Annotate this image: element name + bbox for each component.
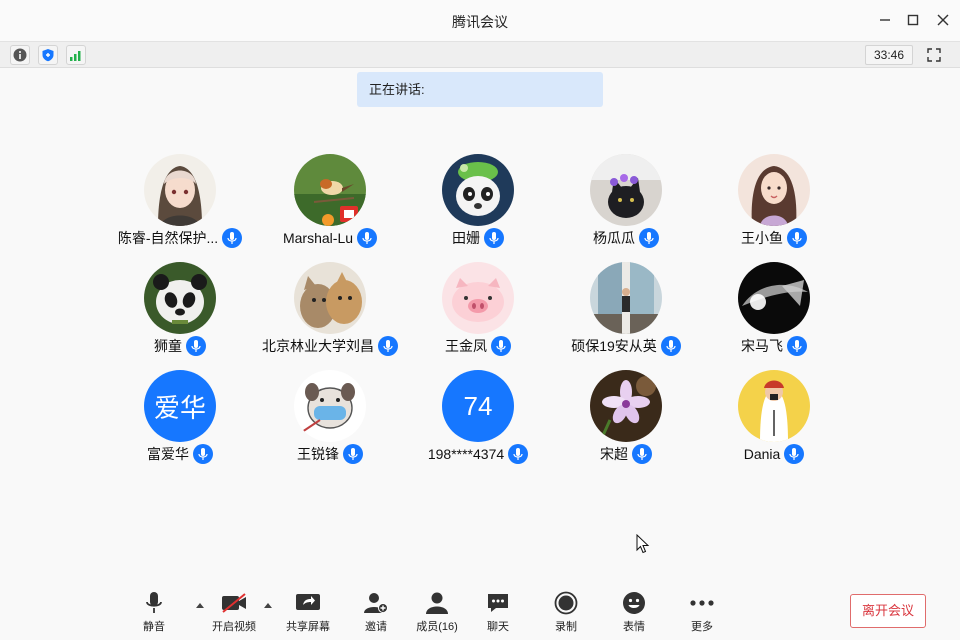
speaking-indicator: 正在讲话: <box>357 72 603 107</box>
microphone-icon <box>357 228 378 248</box>
share-screen-label: 共享屏幕 <box>286 621 330 633</box>
mouse-pointer-icon <box>636 533 650 559</box>
maximize-icon[interactable] <box>904 11 922 29</box>
microphone-icon <box>186 336 206 356</box>
participant-nameline: 宋马飞 <box>684 335 864 357</box>
microphone-icon <box>784 444 805 464</box>
avatar <box>738 370 810 442</box>
chat-button[interactable]: 聊天 <box>466 590 530 636</box>
participant-name: Dania <box>743 446 781 462</box>
leave-meeting-button[interactable]: 离开会议 <box>850 594 926 628</box>
info-icon[interactable] <box>10 45 30 65</box>
avatar <box>590 154 662 226</box>
participant-name: 198****4374 <box>427 446 505 462</box>
participant-name: 宋马飞 <box>741 338 783 354</box>
avatar <box>738 154 810 226</box>
invite-button[interactable]: 邀请 <box>344 590 408 636</box>
participant-nameline: 王小鱼 <box>684 227 864 249</box>
emoji-button[interactable]: 表情 <box>602 590 666 636</box>
members-icon <box>425 590 449 616</box>
participant-name: 杨瓜瓜 <box>593 230 635 246</box>
meeting-toolbar: 静音 开启视频 共享屏幕 邀请 成员(16) 聊天 录制 表情 更多 离开会议 <box>0 586 960 640</box>
invite-label: 邀请 <box>365 621 387 633</box>
avatar <box>590 262 662 334</box>
window-title: 腾讯会议 <box>452 14 508 30</box>
microphone-icon <box>632 444 652 464</box>
participant-name: 硕保19安从英 <box>571 338 657 354</box>
more-label: 更多 <box>691 621 713 633</box>
more-button[interactable]: 更多 <box>670 590 734 636</box>
video-options-caret-icon[interactable] <box>263 600 273 610</box>
record-icon <box>554 590 578 616</box>
close-icon[interactable] <box>934 11 952 29</box>
record-label: 录制 <box>555 621 577 633</box>
shield-icon[interactable] <box>38 45 58 65</box>
avatar <box>590 370 662 442</box>
meeting-timer: 33:46 <box>865 45 913 65</box>
add-user-icon <box>363 590 389 616</box>
start-video-button[interactable]: 开启视频 <box>202 590 266 636</box>
title-bar: 腾讯会议 <box>0 0 960 42</box>
avatar <box>144 262 216 334</box>
minimize-icon[interactable] <box>876 11 894 29</box>
emoji-label: 表情 <box>623 621 645 633</box>
participant-name: 北京林业大学刘昌 <box>262 338 374 354</box>
microphone-icon <box>787 336 807 356</box>
meeting-info-bar: 33:46 <box>0 42 960 68</box>
microphone-icon <box>484 228 504 248</box>
microphone-icon <box>639 228 659 248</box>
participant-name: 王小鱼 <box>741 230 783 246</box>
microphone-icon <box>508 444 529 464</box>
participant-tile[interactable]: 王小鱼 <box>684 150 864 254</box>
avatar <box>442 154 514 226</box>
fullscreen-icon[interactable] <box>925 46 943 64</box>
avatar-text: 74 <box>442 370 514 442</box>
participant-nameline: Dania <box>684 443 864 465</box>
smile-icon <box>622 590 646 616</box>
avatar <box>294 262 366 334</box>
start-video-label: 开启视频 <box>212 621 256 633</box>
share-screen-button[interactable]: 共享屏幕 <box>276 590 340 636</box>
participant-name: 王金凤 <box>445 338 487 354</box>
avatar <box>738 262 810 334</box>
microphone-icon <box>787 228 807 248</box>
participant-name: 富爱华 <box>147 446 189 462</box>
avatar <box>442 262 514 334</box>
record-button[interactable]: 录制 <box>534 590 598 636</box>
participant-name: 宋超 <box>600 446 628 462</box>
avatar-text: 爱华 <box>144 370 216 442</box>
mute-label: 静音 <box>143 621 165 633</box>
microphone-icon <box>660 336 681 356</box>
participant-name: Marshal-Lu <box>282 230 354 246</box>
microphone-icon <box>343 444 363 464</box>
microphone-icon <box>193 444 213 464</box>
participant-name: 陈睿-自然保护... <box>117 230 219 246</box>
participant-name: 王锐锋 <box>297 446 339 462</box>
avatar <box>294 370 366 442</box>
participant-name: 狮童 <box>154 338 182 354</box>
avatar <box>144 154 216 226</box>
participant-name: 田姗 <box>452 230 480 246</box>
avatar <box>294 154 366 226</box>
members-label: 成员(16) <box>416 621 458 633</box>
mute-button[interactable]: 静音 <box>122 590 186 636</box>
members-button[interactable]: 成员(16) <box>405 590 469 636</box>
share-screen-icon <box>295 590 321 616</box>
participant-tile[interactable]: Dania <box>684 366 864 470</box>
chat-icon <box>486 590 510 616</box>
chat-label: 聊天 <box>487 621 509 633</box>
video-off-icon <box>220 590 248 616</box>
signal-strength-icon[interactable] <box>66 45 86 65</box>
microphone-icon <box>491 336 511 356</box>
more-dots-icon <box>689 590 715 616</box>
participant-tile[interactable]: 宋马飞 <box>684 258 864 362</box>
microphone-icon <box>144 590 164 616</box>
